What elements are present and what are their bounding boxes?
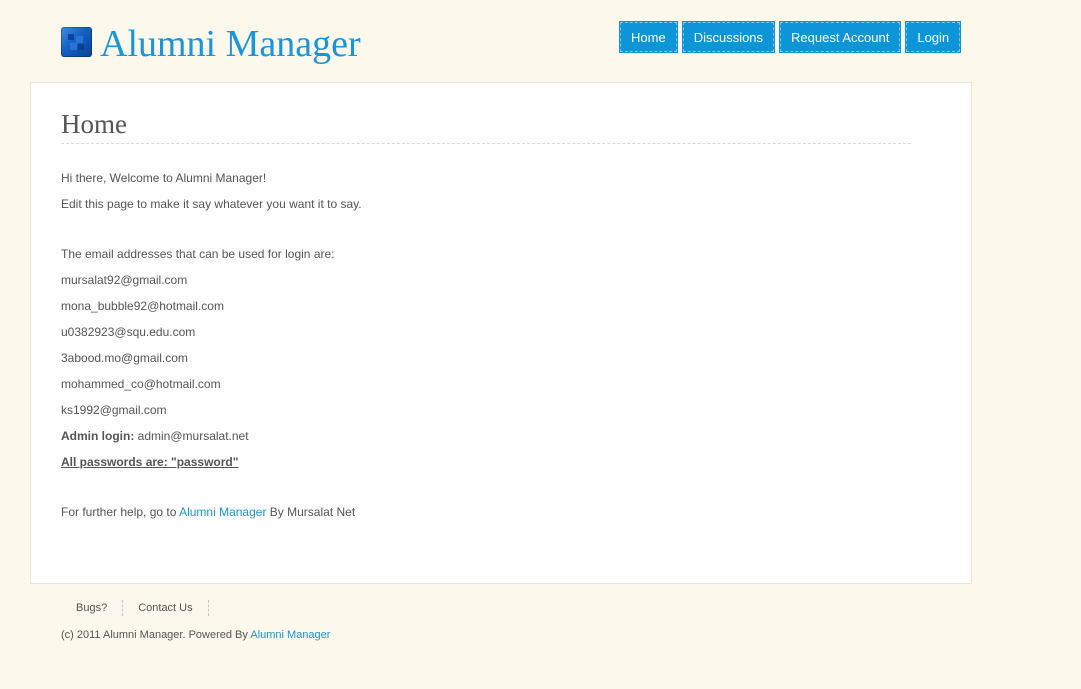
nav-login-button[interactable]: Login <box>905 21 962 53</box>
nav-home-button[interactable]: Home <box>619 21 678 53</box>
page-body: Hi there, Welcome to Alumni Manager! Edi… <box>61 171 921 531</box>
edit-note-text: Edit this page to make it say whatever y… <box>61 197 362 211</box>
page-title: Home <box>61 109 127 139</box>
nav-discussions-button[interactable]: Discussions <box>681 21 776 53</box>
email-item: 3abood.mo@gmail.com <box>61 351 188 365</box>
copyright-text: (c) 2011 Alumni Manager. Powered By Alum… <box>61 629 330 641</box>
emails-intro-text: The email addresses that can be used for… <box>61 247 335 261</box>
help-suffix: By Mursalat Net <box>269 505 356 519</box>
passwords-note: All passwords are: "password" <box>61 455 239 469</box>
copyright-link[interactable]: Alumni Manager <box>250 629 330 641</box>
email-item: mohammed_co@hotmail.com <box>61 377 221 391</box>
copyright-prefix: (c) 2011 Alumni Manager. Powered By <box>61 629 248 641</box>
content-panel: Home Hi there, Welcome to Alumni Manager… <box>30 82 972 584</box>
email-item: u0382923@squ.edu.com <box>61 325 196 339</box>
nav-request-account-button[interactable]: Request Account <box>779 21 902 53</box>
admin-login-label: Admin login: <box>61 429 135 443</box>
site-title[interactable]: Alumni Manager <box>100 22 361 66</box>
email-item: mursalat92@gmail.com <box>61 273 188 287</box>
help-link[interactable]: Alumni Manager <box>179 505 266 519</box>
admin-login-line: Admin login: admin@mursalat.net <box>61 429 921 455</box>
email-item: mona_bubble92@hotmail.com <box>61 299 224 313</box>
site-header: Alumni Manager Home Discussions Request … <box>0 0 1081 82</box>
main-nav: Home Discussions Request Account Login <box>619 21 962 53</box>
help-line: For further help, go to Alumni Manager B… <box>61 505 921 531</box>
welcome-text: Hi there, Welcome to Alumni Manager! <box>61 171 267 185</box>
admin-login-email: admin@mursalat.net <box>137 429 249 443</box>
footer-bugs-link[interactable]: Bugs? <box>61 600 124 616</box>
footer-contact-link[interactable]: Contact Us <box>123 600 209 616</box>
email-item: ks1992@gmail.com <box>61 403 167 417</box>
help-prefix: For further help, go to <box>61 505 177 519</box>
alumni-logo-icon[interactable] <box>61 27 92 57</box>
footer-links: Bugs? Contact Us <box>61 600 209 616</box>
passwords-line: All passwords are: "password" <box>61 455 921 481</box>
title-divider <box>61 143 911 144</box>
